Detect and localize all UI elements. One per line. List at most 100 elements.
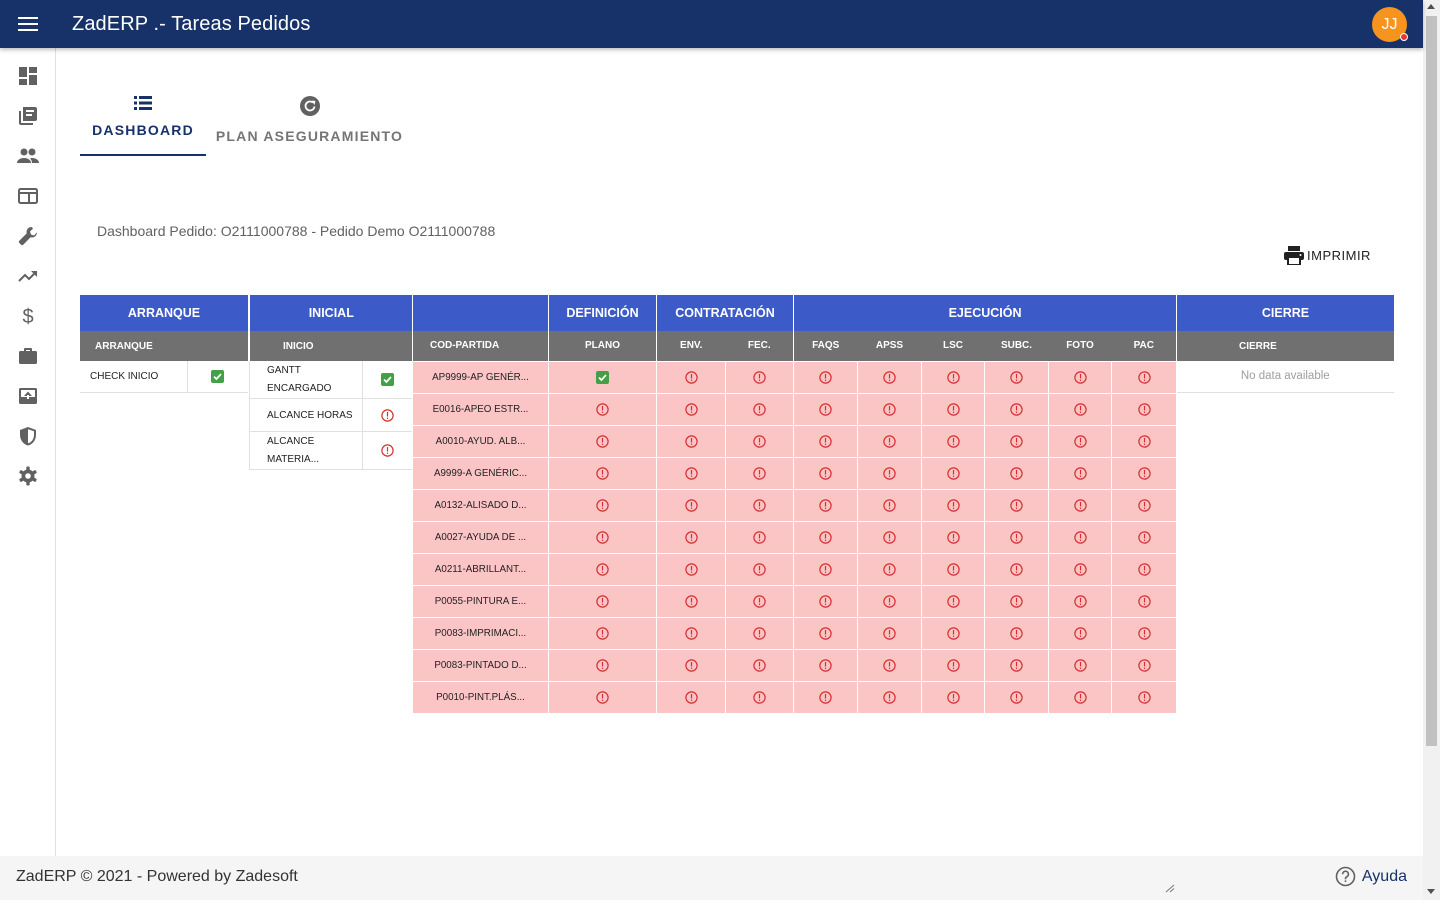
error-icon bbox=[946, 658, 960, 672]
resize-handle-icon[interactable] bbox=[1165, 884, 1176, 893]
error-icon bbox=[684, 402, 698, 416]
column-header-pac: PAC bbox=[1111, 331, 1178, 361]
status-cell bbox=[921, 520, 985, 554]
sidebar-item-trends[interactable] bbox=[0, 256, 56, 296]
menu-button[interactable] bbox=[0, 0, 56, 48]
tab-plan-aseguramiento[interactable]: PLAN ASEGURAMIENTO bbox=[206, 96, 413, 156]
status-cell bbox=[656, 392, 726, 426]
table-row: GANTT ENCARGADO bbox=[249, 361, 413, 399]
status-cell bbox=[361, 398, 413, 432]
error-icon bbox=[1073, 370, 1087, 384]
cod-partida-cell: E0016-APEO ESTR... bbox=[412, 392, 549, 426]
error-icon bbox=[1137, 594, 1151, 608]
status-cell bbox=[793, 488, 858, 522]
sidebar-item-tools[interactable] bbox=[0, 216, 56, 256]
error-icon bbox=[1010, 402, 1023, 416]
error-icon bbox=[684, 466, 698, 480]
table-row: P0055-PINTURA E... bbox=[412, 584, 1178, 618]
status-cell bbox=[725, 456, 794, 490]
status-cell bbox=[984, 680, 1049, 714]
status-cell bbox=[1110, 456, 1178, 490]
sidebar-item-jobs[interactable] bbox=[0, 336, 56, 376]
error-icon bbox=[946, 466, 960, 480]
status-cell bbox=[656, 616, 726, 650]
status-cell bbox=[1110, 584, 1178, 618]
user-avatar[interactable]: JJ bbox=[1372, 7, 1408, 42]
sidebar-item-settings[interactable] bbox=[0, 456, 56, 496]
sidebar-item-archive[interactable] bbox=[0, 376, 56, 416]
column-header-lsc: LSC bbox=[921, 331, 985, 361]
status-cell bbox=[857, 616, 922, 650]
status-cell bbox=[725, 424, 794, 458]
error-icon bbox=[883, 466, 896, 480]
sidebar-item-window[interactable] bbox=[0, 176, 56, 216]
row-label: ALCANCE MATERIA... bbox=[249, 431, 363, 470]
error-icon bbox=[753, 370, 766, 384]
people-icon bbox=[17, 148, 39, 163]
vertical-scrollbar[interactable] bbox=[1423, 0, 1440, 900]
sidebar-item-library[interactable] bbox=[0, 96, 56, 136]
section-header-cierre: CIERRE bbox=[1176, 295, 1394, 331]
error-icon bbox=[819, 530, 832, 544]
status-cell bbox=[793, 456, 858, 490]
status-cell bbox=[921, 616, 985, 650]
error-icon bbox=[946, 434, 960, 448]
table-row: P0083-IMPRIMACI... bbox=[412, 616, 1178, 650]
error-icon bbox=[883, 690, 896, 704]
status-cell bbox=[1048, 488, 1112, 522]
help-link[interactable]: Ayuda bbox=[1335, 866, 1407, 887]
cod-partida-cell: A9999-A GENÉRIC... bbox=[412, 456, 549, 490]
status-cell bbox=[984, 488, 1049, 522]
status-cell bbox=[1110, 392, 1178, 426]
error-icon bbox=[596, 498, 609, 512]
error-icon bbox=[596, 594, 609, 608]
cod-partida-cell: P0010-PINT.PLÁS... bbox=[412, 680, 549, 714]
column-header-foto: FOTO bbox=[1048, 331, 1112, 361]
error-icon bbox=[1137, 466, 1151, 480]
status-cell bbox=[725, 552, 794, 586]
table-row: A9999-A GENÉRIC... bbox=[412, 456, 1178, 490]
library-icon bbox=[19, 107, 37, 125]
partidas-table: DEFINICIÓN CONTRATACIÓN EJECUCIÓN COD-PA… bbox=[412, 295, 1178, 714]
sidebar-item-dashboard[interactable] bbox=[0, 56, 56, 96]
error-icon bbox=[1073, 658, 1087, 672]
error-icon bbox=[596, 402, 609, 416]
sidebar-item-security[interactable] bbox=[0, 416, 56, 456]
scroll-down-arrow-icon[interactable] bbox=[1427, 889, 1435, 894]
status-cell bbox=[186, 361, 249, 393]
scroll-up-arrow-icon[interactable] bbox=[1427, 4, 1435, 9]
status-cell bbox=[984, 584, 1049, 618]
status-cell bbox=[725, 488, 794, 522]
error-icon bbox=[684, 594, 698, 608]
sidebar-item-finance[interactable]: $ bbox=[0, 296, 56, 336]
status-cell bbox=[548, 680, 657, 714]
error-icon bbox=[684, 626, 698, 640]
status-cell bbox=[921, 584, 985, 618]
error-icon bbox=[946, 626, 960, 640]
table-row: A0211-ABRILLANT... bbox=[412, 552, 1178, 586]
notification-dot bbox=[1400, 33, 1408, 41]
sidebar-item-people[interactable] bbox=[0, 136, 56, 176]
status-cell bbox=[725, 680, 794, 714]
error-icon bbox=[883, 530, 896, 544]
print-button[interactable]: IMPRIMIR bbox=[1284, 246, 1371, 265]
cod-partida-cell: A0027-AYUDA DE ... bbox=[412, 520, 549, 554]
status-cell bbox=[857, 424, 922, 458]
status-cell bbox=[548, 584, 657, 618]
tab-dashboard[interactable]: DASHBOARD bbox=[80, 96, 206, 156]
cod-partida-cell: A0211-ABRILLANT... bbox=[412, 552, 549, 586]
column-header-arranque: ARRANQUE bbox=[80, 331, 249, 361]
dashboard-icon bbox=[19, 67, 37, 85]
status-cell bbox=[656, 520, 726, 554]
status-cell bbox=[548, 424, 657, 458]
status-cell bbox=[793, 520, 858, 554]
error-icon bbox=[1010, 594, 1023, 608]
section-header-empty bbox=[412, 295, 549, 331]
status-cell bbox=[1048, 456, 1112, 490]
error-icon bbox=[946, 594, 960, 608]
arranque-table: ARRANQUE ARRANQUE CHECK INICIO bbox=[80, 295, 249, 393]
error-icon bbox=[1137, 690, 1151, 704]
scroll-thumb[interactable] bbox=[1426, 16, 1437, 746]
error-icon bbox=[1137, 434, 1151, 448]
status-cell bbox=[793, 552, 858, 586]
